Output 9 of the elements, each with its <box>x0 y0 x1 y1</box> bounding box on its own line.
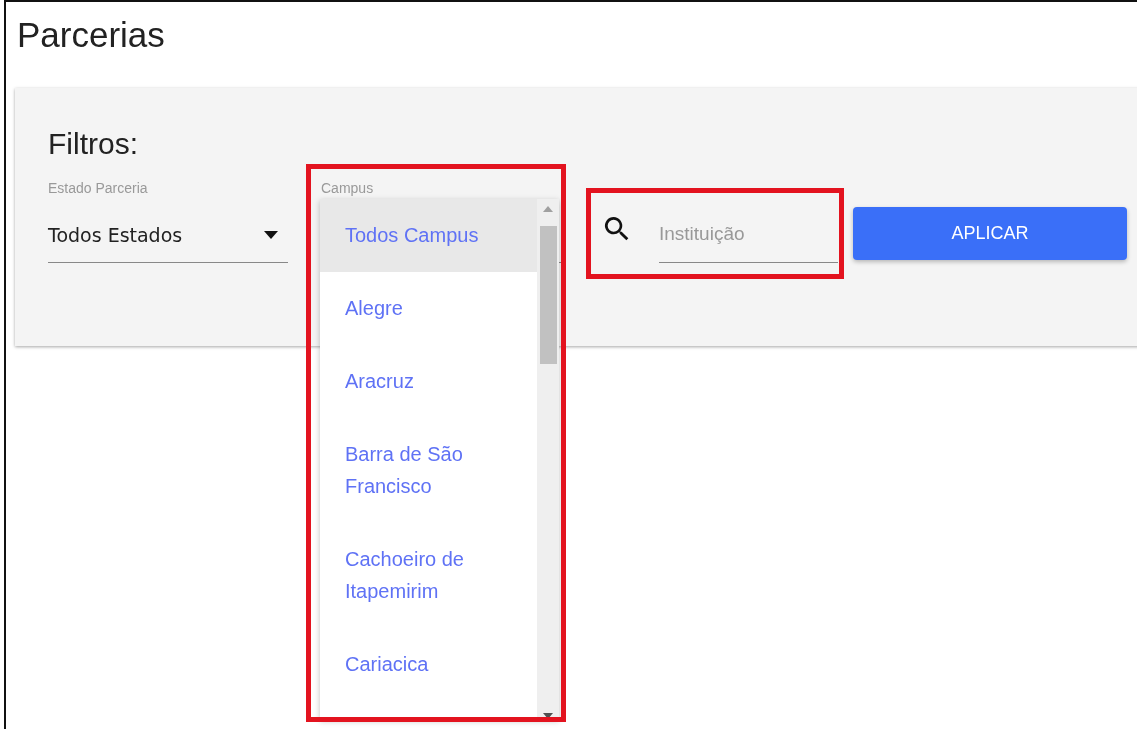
search-field[interactable]: Instituição <box>659 206 838 263</box>
page-title: Parcerias <box>17 14 166 56</box>
apply-button[interactable]: APLICAR <box>853 207 1127 260</box>
filters-heading: Filtros: <box>48 126 139 162</box>
estado-select[interactable]: Todos Estados <box>48 215 288 263</box>
field-label: Estado Parceria <box>48 180 149 197</box>
caret-icon <box>264 230 278 239</box>
field-label: Campus <box>321 180 375 197</box>
menu-option[interactable]: Todos Campus <box>320 199 537 272</box>
